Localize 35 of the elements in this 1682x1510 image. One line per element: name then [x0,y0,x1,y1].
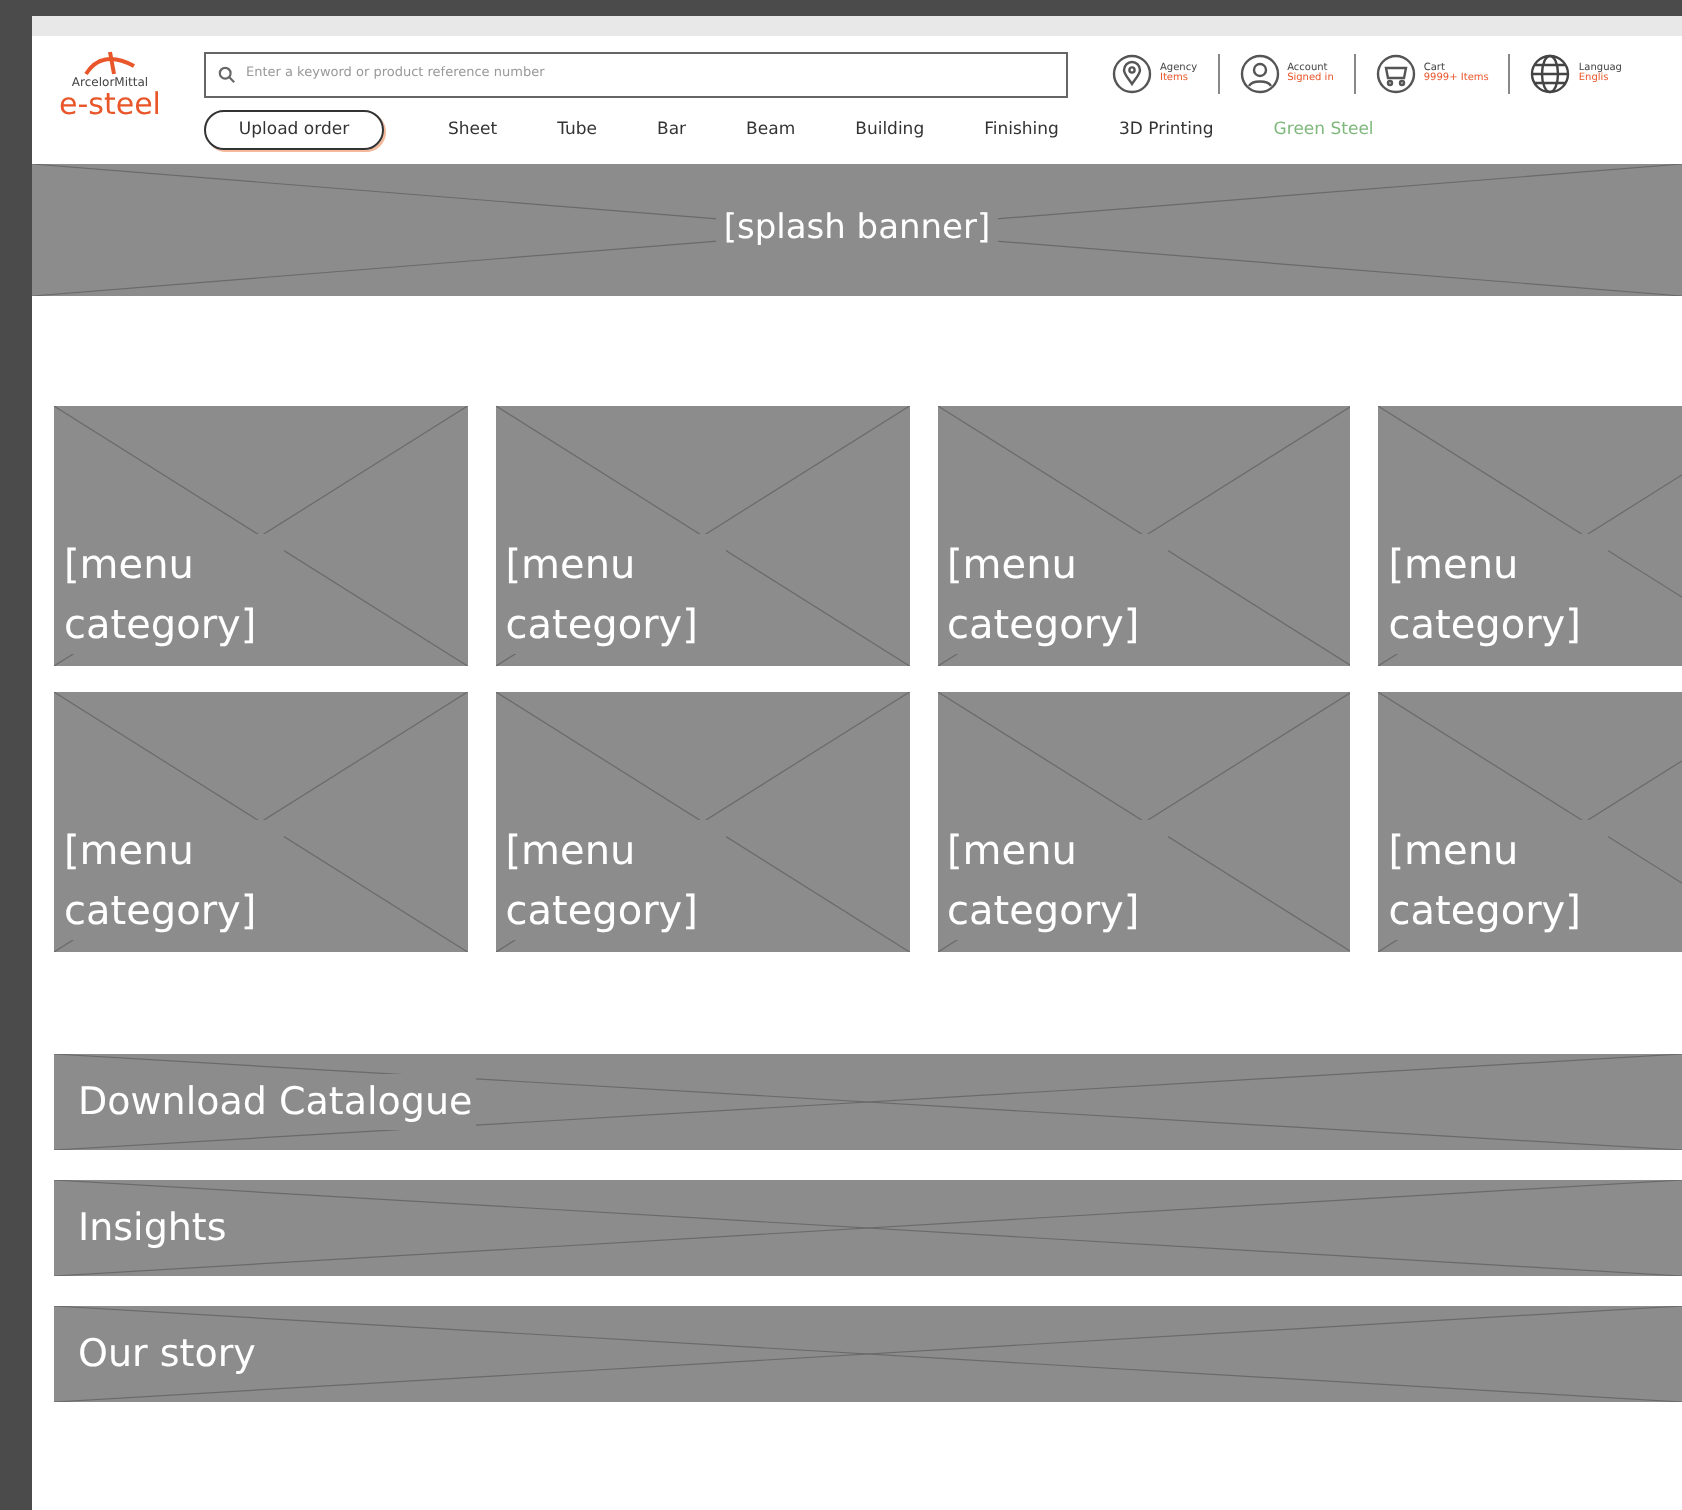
nav-link[interactable]: Sheet [448,117,498,143]
product-name: e-steel [59,90,161,120]
globe-icon [1530,54,1571,94]
nav-link[interactable]: 3D Printing [1118,117,1214,143]
section-banner[interactable]: Our story [54,1306,1682,1402]
category-tile[interactable]: [menu category] [54,692,468,952]
nav-link[interactable]: Bar [657,117,687,143]
user-icon [1239,54,1280,94]
section-banner[interactable]: Download Catalogue [54,1054,1682,1150]
section-banner[interactable]: Insights [54,1180,1682,1276]
category-label: [menu category] [947,534,1167,654]
nav-link[interactable]: Tube [557,117,597,143]
category-label: [menu category] [947,820,1167,940]
category-tile[interactable]: [menu category] [937,692,1351,952]
nav-link[interactable]: Beam [746,117,796,143]
category-tile[interactable]: [menu category] [54,406,468,666]
logo-icon [84,48,136,76]
upload-order-button[interactable]: Upload order [204,110,384,150]
category-label: [menu category] [64,534,284,654]
category-label: [menu category] [505,820,726,940]
nav-link[interactable]: Finishing [984,117,1059,143]
nav-link[interactable]: Building [855,117,925,143]
cart-icon [1375,54,1416,94]
nav-link[interactable]: Green Steel [1273,117,1374,143]
search-icon [218,65,236,83]
category-label: [menu category] [1388,820,1609,940]
category-tile[interactable]: [menu category] [495,406,909,666]
category-tile[interactable]: [menu category] [1378,692,1682,952]
category-label: [menu category] [64,820,284,940]
category-tile[interactable]: [menu category] [495,692,909,952]
category-tile[interactable]: [menu category] [1378,406,1682,666]
location-pin-icon [1112,54,1152,94]
category-label: [menu category] [505,534,726,654]
category-label: [menu category] [1388,534,1609,654]
category-tile[interactable]: [menu category] [937,406,1351,666]
